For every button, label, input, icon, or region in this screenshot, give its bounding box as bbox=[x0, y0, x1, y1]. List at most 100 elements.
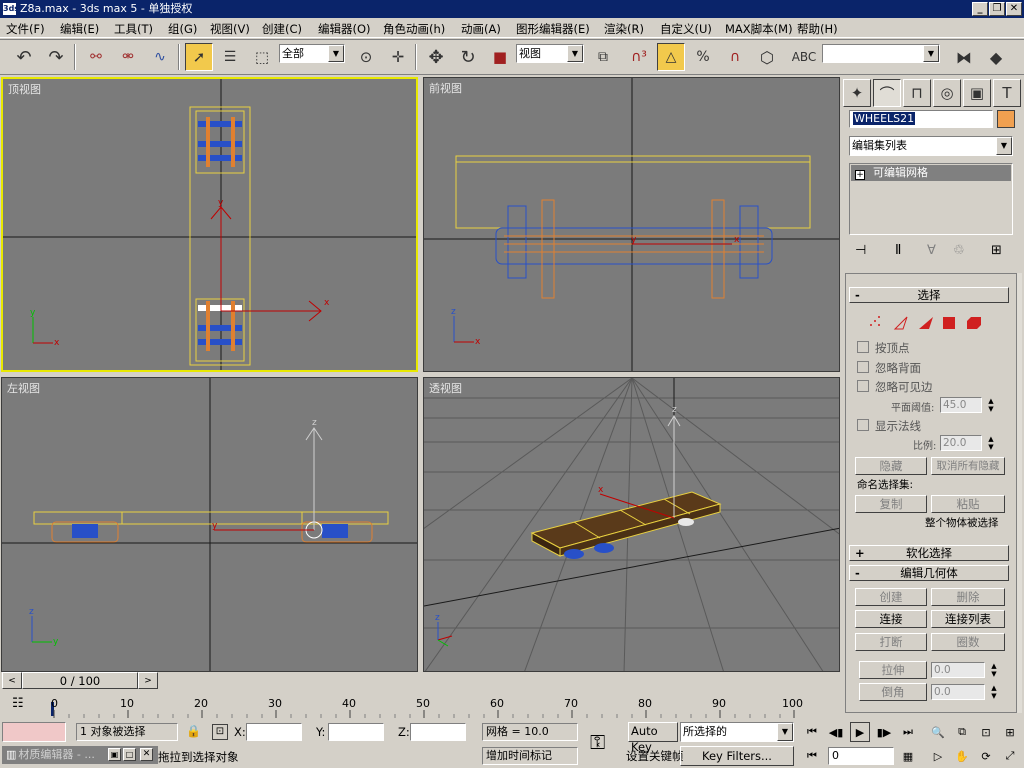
unhide-all-button[interactable]: 取消所有隐藏 bbox=[931, 457, 1005, 475]
set-key-label[interactable]: 设置关键帧 bbox=[626, 748, 684, 764]
hide-button[interactable]: 隐藏 bbox=[855, 457, 927, 475]
planar-threshold-arrows[interactable]: ▲ ▼ bbox=[986, 397, 996, 413]
undo-icon[interactable]: ↶ bbox=[10, 43, 38, 71]
selection-filter-dropdown[interactable]: 全部 ▼ bbox=[279, 44, 345, 63]
object-name-field[interactable]: WHEELS21 bbox=[849, 110, 993, 128]
next-frame-icon[interactable]: > bbox=[138, 672, 158, 689]
menu-maxscript[interactable]: MAX脚本(M) bbox=[725, 21, 793, 37]
named-selection-dropdown[interactable]: ▼ bbox=[822, 44, 940, 63]
configure-modifier-sets-icon[interactable]: ⊞ bbox=[991, 243, 1002, 258]
utilities-tab-icon[interactable]: T bbox=[993, 79, 1021, 107]
select-and-link-icon[interactable]: ⚯ bbox=[82, 43, 110, 71]
menu-group[interactable]: 组(G) bbox=[168, 21, 197, 37]
window-crossing-icon[interactable]: ✛ bbox=[384, 43, 412, 71]
viewport-label-front[interactable]: 前视图 bbox=[429, 80, 462, 96]
viewport-top[interactable]: x y y x 顶视图 bbox=[1, 77, 418, 372]
delete-button[interactable]: 删除 bbox=[931, 588, 1005, 606]
viewport-label-top[interactable]: 顶视图 bbox=[8, 81, 41, 97]
current-frame-field[interactable]: 0 bbox=[828, 747, 894, 765]
display-tab-icon[interactable]: ▣ bbox=[963, 79, 991, 107]
time-slider[interactable]: 0 / 100 bbox=[22, 672, 138, 689]
motion-tab-icon[interactable]: ◎ bbox=[933, 79, 961, 107]
menu-customize[interactable]: 自定义(U) bbox=[660, 21, 712, 37]
add-time-tag-button[interactable]: 增加时间标记 bbox=[482, 747, 578, 765]
absolute-mode-icon[interactable]: ⊡ bbox=[212, 724, 228, 740]
mini-listener-bar[interactable]: ▥ 材质编辑器 - ... ▣ □ ✕ bbox=[2, 746, 158, 764]
field-of-view-icon[interactable]: ▷ bbox=[928, 746, 948, 766]
minimize-button[interactable]: _ bbox=[972, 2, 988, 16]
menu-graph-editors[interactable]: 图形编辑器(E) bbox=[516, 21, 590, 37]
listener-close-icon[interactable]: ✕ bbox=[140, 748, 153, 761]
normal-scale-spinner[interactable]: 20.0 bbox=[940, 435, 982, 451]
modifier-list-dropdown[interactable]: 编辑集列表 ▼ bbox=[849, 136, 1013, 156]
zoom-extents-icon[interactable]: ⊡ bbox=[976, 722, 996, 742]
create-button[interactable]: 创建 bbox=[855, 588, 927, 606]
arc-rotate-icon[interactable]: ⟳ bbox=[976, 746, 996, 766]
select-object-icon[interactable]: ➚ bbox=[185, 43, 213, 71]
expand-plus-icon[interactable]: + bbox=[855, 170, 865, 180]
y-coord-field[interactable] bbox=[328, 723, 384, 741]
ignore-visible-edges-checkbox[interactable]: 忽略可见边 bbox=[857, 379, 933, 395]
next-key-icon[interactable]: ▮▶ bbox=[874, 722, 894, 742]
select-by-region-icon[interactable]: ⊙ bbox=[352, 43, 380, 71]
object-color-swatch[interactable] bbox=[997, 110, 1015, 128]
go-to-start-icon[interactable]: ⏮ bbox=[802, 722, 822, 742]
rectangular-selection-icon[interactable]: ⬚ bbox=[248, 43, 276, 71]
redo-icon[interactable]: ↷ bbox=[42, 43, 70, 71]
ignore-backfacing-checkbox[interactable]: 忽略背面 bbox=[857, 360, 921, 376]
align-icon[interactable]: ◆ bbox=[982, 43, 1010, 71]
set-key-icon[interactable]: ⚿ bbox=[590, 730, 605, 754]
z-coord-field[interactable] bbox=[410, 723, 466, 741]
listener-restore-icon[interactable]: □ bbox=[123, 748, 136, 761]
snaps-toggle-icon[interactable]: ∩³ bbox=[625, 43, 653, 71]
extrude-button[interactable]: 拉伸 bbox=[859, 661, 927, 679]
select-by-name-icon[interactable]: ☰ bbox=[216, 43, 244, 71]
play-icon[interactable]: ▶ bbox=[850, 722, 870, 742]
show-normals-checkbox[interactable]: 显示法线 bbox=[857, 418, 921, 434]
key-filters-button[interactable]: Key Filters... bbox=[680, 746, 794, 766]
menu-tools[interactable]: 工具(T) bbox=[114, 21, 153, 37]
menu-modifiers[interactable]: 编辑器(O) bbox=[318, 21, 371, 37]
select-and-rotate-icon[interactable]: ↻ bbox=[454, 43, 482, 71]
rollout-selection[interactable]: - 选择 bbox=[849, 287, 1009, 303]
paste-button[interactable]: 粘贴 bbox=[931, 495, 1005, 513]
mirror-icon[interactable]: ⧓ bbox=[950, 43, 978, 71]
pin-stack-icon[interactable]: ⊣ bbox=[855, 243, 866, 258]
prev-frame-icon[interactable]: < bbox=[2, 672, 22, 689]
modify-tab-icon[interactable]: ⌒ bbox=[873, 79, 901, 107]
auto-key-button[interactable]: Auto Key bbox=[628, 722, 678, 754]
copy-button[interactable]: 复制 bbox=[855, 495, 927, 513]
attach-button[interactable]: 连接 bbox=[855, 610, 927, 628]
subobject-level-icons[interactable] bbox=[867, 313, 987, 333]
menu-help[interactable]: 帮助(H) bbox=[797, 21, 838, 37]
menu-edit[interactable]: 编辑(E) bbox=[60, 21, 99, 37]
break-button[interactable]: 打断 bbox=[855, 633, 927, 651]
unlink-icon[interactable]: ⚮ bbox=[114, 43, 142, 71]
select-and-move-icon[interactable]: ✥ bbox=[422, 43, 450, 71]
by-vertex-checkbox[interactable]: 按顶点 bbox=[857, 340, 910, 356]
key-mode-toggle-icon[interactable]: ⏮ bbox=[802, 746, 822, 766]
pan-icon[interactable]: ✋ bbox=[952, 746, 972, 766]
show-end-result-icon[interactable]: Ⅱ bbox=[895, 243, 901, 258]
selection-lock-icon[interactable]: 🔒 bbox=[186, 724, 201, 738]
spinner-snap-icon[interactable]: ∩ bbox=[721, 43, 749, 71]
menu-views[interactable]: 视图(V) bbox=[210, 21, 250, 37]
create-tab-icon[interactable]: ✦ bbox=[843, 79, 871, 107]
close-button[interactable]: ✕ bbox=[1006, 2, 1022, 16]
zoom-icon[interactable]: 🔍 bbox=[928, 722, 948, 742]
track-bar[interactable]: ☷ 0 10 20 30 40 50 60 70 80 90 100 bbox=[0, 690, 1024, 720]
pivot-center-icon[interactable]: ⧉ bbox=[589, 43, 617, 71]
listener-minimize-icon[interactable]: ▣ bbox=[108, 748, 121, 761]
key-mode-dropdown[interactable]: 所选择的 ▼ bbox=[680, 722, 794, 742]
menu-file[interactable]: 文件(F) bbox=[6, 21, 45, 37]
bind-space-warp-icon[interactable]: ∿ bbox=[146, 43, 174, 71]
viewport-label-left[interactable]: 左视图 bbox=[7, 380, 40, 396]
time-configuration-icon[interactable]: ▦ bbox=[898, 746, 918, 766]
edit-named-selection-icon[interactable]: ABC bbox=[790, 43, 818, 71]
x-coord-field[interactable] bbox=[246, 723, 302, 741]
menu-rendering[interactable]: 渲染(R) bbox=[604, 21, 644, 37]
attach-list-button[interactable]: 连接列表 bbox=[931, 610, 1005, 628]
zoom-all-icon[interactable]: ⧉ bbox=[952, 722, 972, 742]
menu-character[interactable]: 角色动画(h) bbox=[383, 21, 445, 37]
normal-scale-arrows[interactable]: ▲ ▼ bbox=[986, 435, 996, 451]
